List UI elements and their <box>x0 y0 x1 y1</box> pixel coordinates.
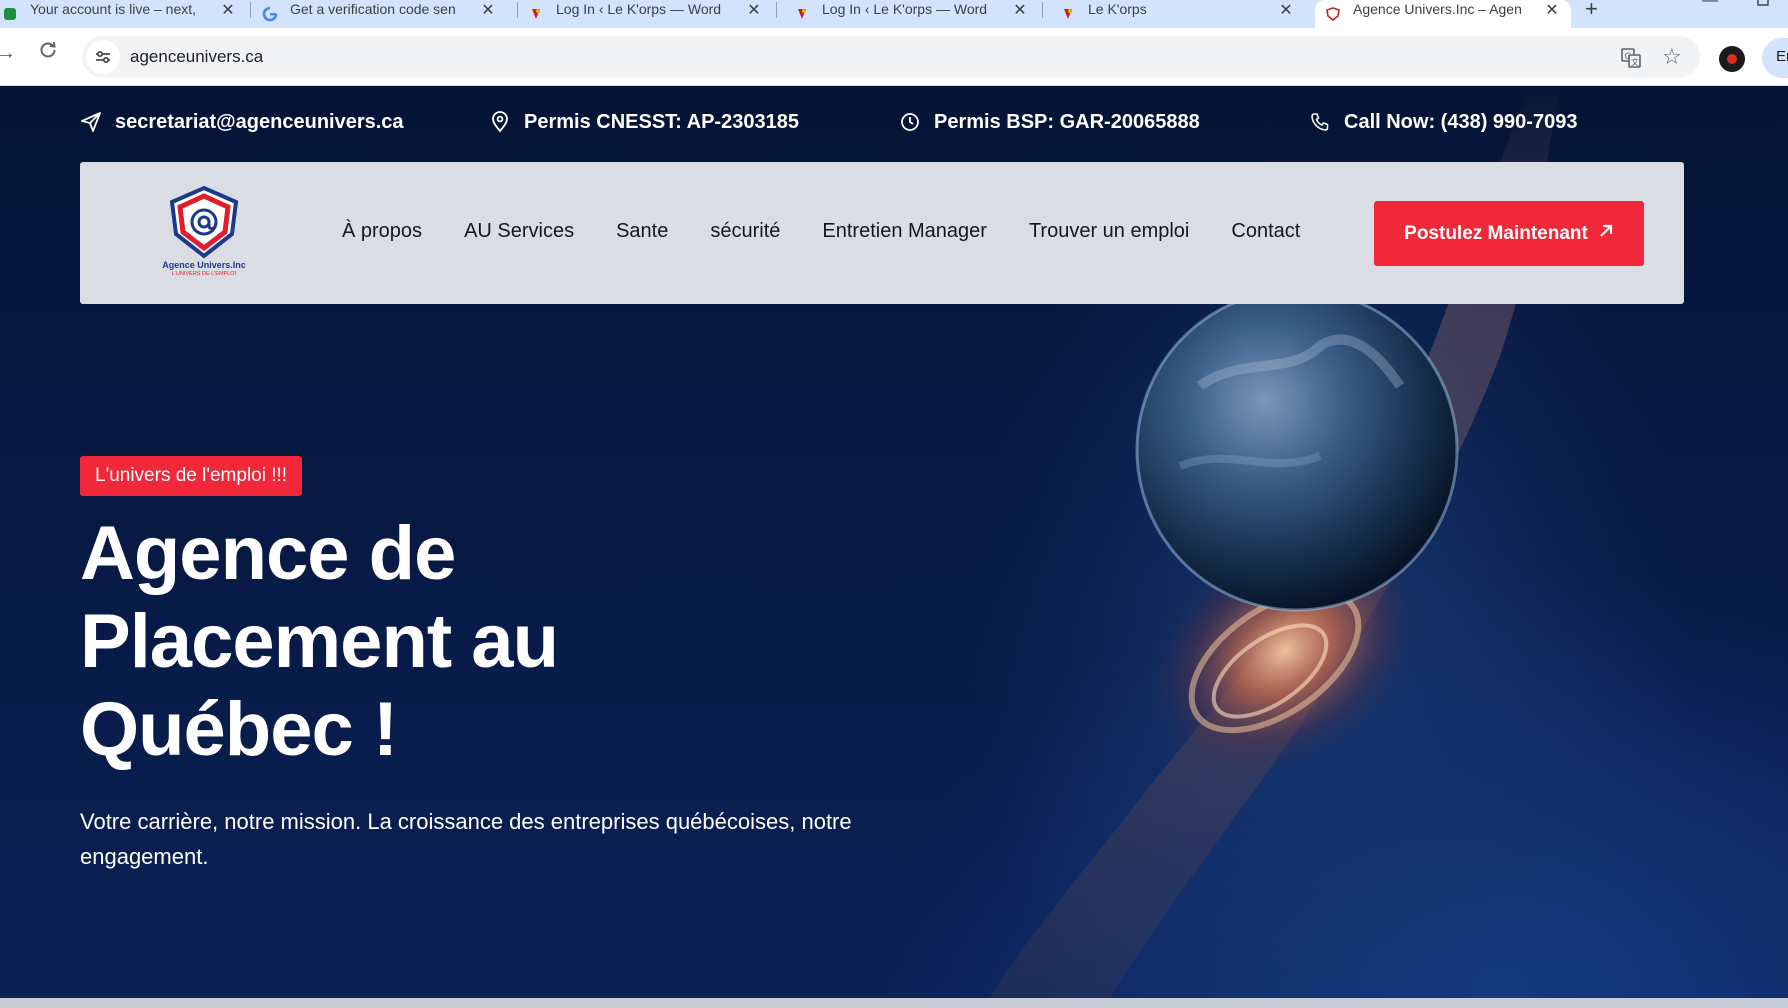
browser-tab-bar: Your account is live – next, ✕ Get a ver… <box>0 0 1788 28</box>
tab-separator <box>1042 2 1043 18</box>
green-app-icon <box>2 6 18 22</box>
nav-item-contact[interactable]: Contact <box>1231 220 1300 243</box>
bsp-text: Permis BSP: GAR-20065888 <box>934 110 1200 133</box>
browser-tab[interactable]: Your account is live – next, ✕ <box>0 0 247 28</box>
hero-title: Agence de Placement au Québec ! <box>80 510 780 774</box>
browser-tab[interactable]: Get a verification code sen ✕ <box>252 0 507 28</box>
close-icon[interactable]: ✕ <box>1277 0 1295 20</box>
close-icon[interactable]: ✕ <box>1543 0 1561 20</box>
tab-title: Le K'orps <box>1088 1 1147 17</box>
nav-item-entretien-manager[interactable]: Entretien Manager <box>822 220 987 243</box>
site-settings-icon[interactable] <box>86 40 120 74</box>
send-icon <box>79 110 103 134</box>
tab-separator <box>776 2 777 18</box>
browser-tab-active[interactable]: Agence Univers.Inc – Agen ✕ <box>1315 0 1571 28</box>
minimize-icon[interactable]: — <box>1702 0 1718 10</box>
cnesst-text: Permis CNESST: AP-2303185 <box>524 110 799 133</box>
arrow-up-right-icon <box>1598 222 1614 245</box>
translate-icon[interactable]: G文 <box>1620 47 1642 75</box>
email-info[interactable]: secretariat@agenceunivers.ca <box>79 110 404 134</box>
browser-tab[interactable]: Log In ‹ Le K'orps — Word ✕ <box>518 0 773 28</box>
tab-title: Your account is live – next, <box>30 1 197 17</box>
nav-item-securite[interactable]: sécurité <box>710 220 780 243</box>
cnesst-info: Permis CNESST: AP-2303185 <box>488 110 799 134</box>
nav-item-trouver-un-emploi[interactable]: Trouver un emploi <box>1029 220 1189 243</box>
close-icon[interactable]: ✕ <box>745 0 763 20</box>
nav-item-sante[interactable]: Sante <box>616 220 668 243</box>
apply-now-button[interactable]: Postulez Maintenant <box>1374 201 1644 266</box>
clock-icon <box>898 110 922 134</box>
nav-item-au-services[interactable]: AU Services <box>464 220 574 243</box>
svg-text:文: 文 <box>1631 57 1639 67</box>
browser-tab[interactable]: Log In ‹ Le K'orps — Word ✕ <box>784 0 1039 28</box>
bookmark-star-icon[interactable]: ☆ <box>1662 44 1682 70</box>
hero-subtitle: Votre carrière, notre mission. La croiss… <box>80 809 852 869</box>
nav-menu: À propos AU Services Sante sécurité Entr… <box>342 220 1342 243</box>
logo-name: Agence Univers.Inc <box>162 260 246 270</box>
tab-title: Get a verification code sen <box>290 1 456 17</box>
google-icon <box>262 6 278 22</box>
email-text: secretariat@agenceunivers.ca <box>115 110 404 133</box>
main-navigation: Agence Univers.Inc L'UNIVERS DE L'EMPLOI… <box>80 162 1684 304</box>
tab-title: Agence Univers.Inc – Agen <box>1353 1 1522 17</box>
agence-shield-icon <box>1325 6 1341 22</box>
map-pin-icon <box>488 110 512 134</box>
shield-logo-icon <box>169 185 239 259</box>
forward-arrow-icon[interactable]: → <box>0 42 16 65</box>
restore-icon[interactable] <box>1757 0 1771 13</box>
korps-icon <box>528 6 544 22</box>
profile-pill[interactable]: Er <box>1762 38 1788 78</box>
logo-tagline: L'UNIVERS DE L'EMPLOI <box>171 271 237 277</box>
hero-badge: L'univers de l'emploi !!! <box>80 456 303 496</box>
contact-info-bar: secretariat@agenceunivers.ca Permis CNES… <box>0 86 1788 162</box>
nav-item-a-propos[interactable]: À propos <box>342 220 422 243</box>
apply-now-label: Postulez Maintenant <box>1404 222 1588 244</box>
url-text: agenceunivers.ca <box>130 47 264 66</box>
phone-icon <box>1308 110 1332 134</box>
browser-toolbar: → agenceunivers.ca G文 ☆ Er <box>0 28 1788 86</box>
tab-title: Log In ‹ Le K'orps — Word <box>556 1 722 17</box>
reload-icon[interactable] <box>38 40 58 66</box>
web-page: secretariat@agenceunivers.ca Permis CNES… <box>0 86 1788 998</box>
close-icon[interactable]: ✕ <box>1011 0 1029 20</box>
hero-title-line: Québec ! <box>80 687 398 772</box>
new-tab-plus-icon[interactable]: + <box>1585 0 1598 22</box>
hero-title-line: Placement au <box>80 599 559 684</box>
taskbar-edge <box>0 998 1788 1008</box>
phone-info[interactable]: Call Now: (438) 990-7093 <box>1308 110 1577 134</box>
bsp-info: Permis BSP: GAR-20065888 <box>898 110 1200 134</box>
close-icon[interactable]: ✕ <box>479 0 497 20</box>
extension-icon[interactable] <box>1719 46 1745 72</box>
phone-text: Call Now: (438) 990-7093 <box>1344 110 1578 133</box>
tab-separator <box>250 2 251 18</box>
address-bar[interactable]: agenceunivers.ca G文 ☆ <box>82 36 1700 78</box>
korps-icon <box>1060 6 1076 22</box>
browser-tab[interactable]: Le K'orps ✕ <box>1050 0 1305 28</box>
site-logo[interactable]: Agence Univers.Inc L'UNIVERS DE L'EMPLOI <box>154 184 254 284</box>
tab-title: Log In ‹ Le K'orps — Word <box>822 1 988 17</box>
hero-title-line: Agence de <box>80 511 456 596</box>
close-icon[interactable]: ✕ <box>219 0 237 20</box>
korps-icon <box>794 6 810 22</box>
